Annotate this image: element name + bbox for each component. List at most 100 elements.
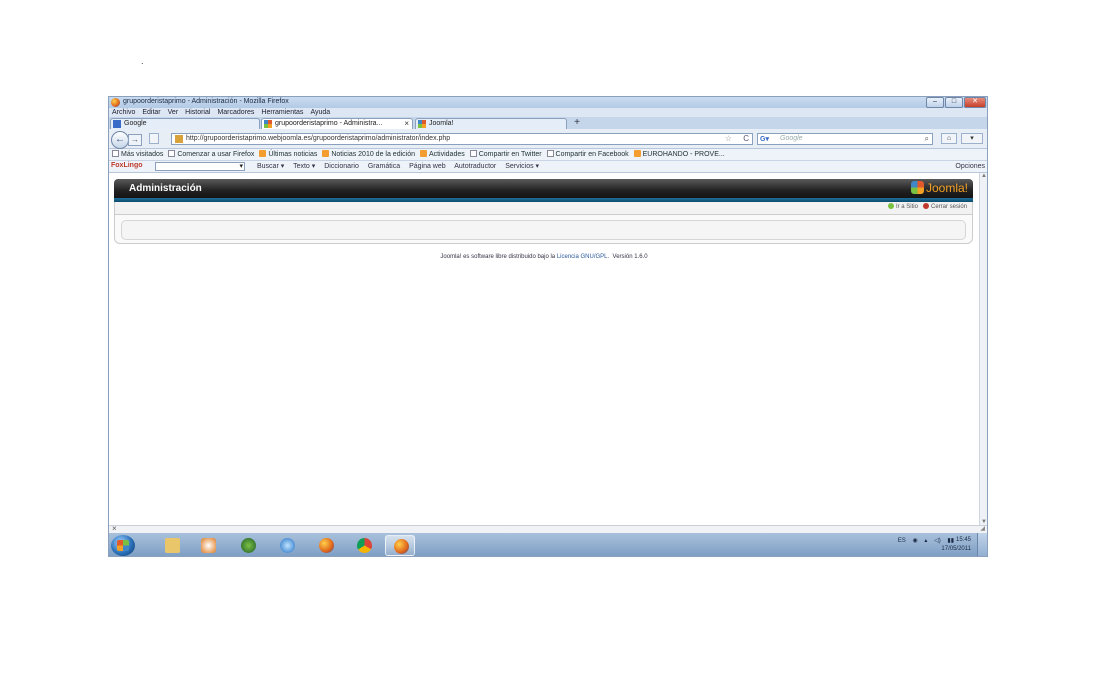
tab-joomla[interactable]: Joomla!	[415, 118, 567, 129]
joomla-footer: Joomla! es software libre distribuido ba…	[109, 254, 979, 260]
foxlingo-servicios[interactable]: Servicios ▾	[505, 163, 539, 170]
bookmark-label: Compartir en Twitter	[478, 151, 542, 158]
menu-ayuda[interactable]: Ayuda	[310, 108, 330, 117]
close-tab-icon[interactable]: ×	[404, 119, 409, 128]
folder-icon	[165, 538, 180, 553]
chrome-icon	[357, 538, 372, 553]
foxlingo-diccionario[interactable]: Diccionario	[324, 163, 359, 170]
foxlingo-texto[interactable]: Texto ▾	[293, 163, 315, 170]
bookmark-noticias-2010[interactable]: Noticias 2010 de la edición	[322, 149, 415, 160]
google-search-icon[interactable]: G▾	[760, 135, 769, 143]
home-button[interactable]: ⌂	[941, 133, 957, 144]
extra-menu-button[interactable]: ▾	[961, 133, 983, 144]
help-icon[interactable]: ◉	[912, 538, 917, 544]
windows-taskbar: ES ◉ ▴ ◁) ▮▮ 15:45 17/05/2011	[109, 533, 987, 556]
content-panel	[114, 214, 973, 244]
tab-administracion[interactable]: grupoorderistaprimo - Administra... ×	[261, 118, 413, 129]
vertical-scrollbar[interactable]: ▲ ▼	[979, 173, 987, 525]
page-icon	[469, 150, 477, 157]
bookmark-ultimas-noticias[interactable]: Últimas noticias	[259, 149, 317, 160]
bookmark-eurohando[interactable]: EUROHANDO - PROVE...	[633, 149, 725, 160]
rss-icon	[259, 150, 267, 157]
tab-label: grupoorderistaprimo - Administra...	[275, 120, 383, 127]
bookmark-star-icon[interactable]: ☆	[725, 134, 732, 143]
bookmarks-toolbar: Más visitados Comenzar a usar Firefox Úl…	[109, 149, 987, 161]
google-icon	[113, 120, 121, 128]
page-content: Administración Joomla! Ir a Sitio Cerrar…	[109, 173, 979, 525]
forward-button[interactable]: →	[128, 134, 142, 146]
foxlingo-buscar[interactable]: Buscar ▾	[257, 163, 284, 170]
minimize-button[interactable]: –	[926, 97, 944, 108]
taskbar-firefox-active[interactable]	[385, 535, 415, 556]
license-link[interactable]: Licencia GNU/GPL.	[557, 254, 609, 260]
menu-archivo[interactable]: Archivo	[112, 108, 135, 117]
language-indicator[interactable]: ES	[898, 538, 906, 544]
new-tab-button[interactable]: +	[569, 118, 585, 129]
rss-icon	[633, 150, 641, 157]
resize-grip-icon[interactable]: ◢	[980, 525, 985, 532]
logout-link[interactable]: Cerrar sesión	[931, 204, 967, 210]
menu-editar[interactable]: Editar	[142, 108, 160, 117]
scroll-up-icon[interactable]: ▲	[980, 173, 987, 179]
search-icon[interactable]: ⌕	[925, 134, 929, 144]
foxlingo-autotraductor[interactable]: Autotraductor	[454, 163, 496, 170]
joomla-header: Administración Joomla!	[114, 179, 973, 198]
menu-marcadores[interactable]: Marcadores	[217, 108, 254, 117]
close-addon-bar-icon[interactable]: ×	[112, 524, 117, 533]
bookmark-twitter[interactable]: Compartir en Twitter	[469, 149, 542, 160]
menu-bar: Archivo Editar Ver Historial Marcadores …	[109, 108, 987, 117]
media-player-icon	[201, 538, 216, 553]
taskbar-explorer[interactable]	[157, 535, 187, 556]
stray-dot: .	[141, 56, 144, 66]
tab-label: Google	[124, 120, 147, 127]
tab-bar: Google grupoorderistaprimo - Administra.…	[109, 117, 987, 129]
maximize-button[interactable]: □	[945, 97, 963, 108]
go-to-site-link[interactable]: Ir a Sitio	[896, 204, 918, 210]
options-button[interactable]: Opciones	[955, 161, 985, 172]
foxlingo-menu[interactable]: FoxLingo	[111, 162, 143, 169]
extension-button[interactable]	[149, 133, 159, 144]
address-bar[interactable]: http://grupoorderistaprimo.webjoomla.es/…	[171, 133, 753, 145]
show-hidden-icons-icon[interactable]: ▴	[924, 538, 927, 544]
rss-icon	[419, 150, 427, 157]
foxlingo-gramatica[interactable]: Gramática	[368, 163, 400, 170]
search-bar[interactable]: G▾ Google ⌕	[757, 133, 933, 145]
clock-date: 17/05/2011	[941, 546, 971, 552]
foxlingo-pagina-web[interactable]: Página web	[409, 163, 446, 170]
close-window-button[interactable]: ✕	[964, 97, 986, 108]
url-text: http://grupoorderistaprimo.webjoomla.es/…	[186, 135, 451, 142]
bookmark-actividades[interactable]: Actividades	[419, 149, 465, 160]
joomla-favicon-icon	[418, 120, 426, 128]
reload-icon[interactable]: C	[743, 134, 749, 143]
chevron-down-icon: ▾	[239, 163, 243, 170]
menu-herramientas[interactable]: Herramientas	[261, 108, 303, 117]
show-desktop-button[interactable]	[977, 533, 987, 556]
taskbar-internet-explorer[interactable]	[272, 535, 302, 556]
bookmark-facebook[interactable]: Compartir en Facebook	[546, 149, 629, 160]
bookmark-label: Compartir en Facebook	[555, 151, 629, 158]
title-bar: grupoorderistaprimo - Administración - M…	[109, 97, 987, 108]
bookmark-label: Comenzar a usar Firefox	[177, 151, 255, 158]
volume-icon[interactable]: ◁)	[934, 538, 941, 544]
taskbar-firefox[interactable]	[311, 535, 341, 556]
clock-time: 15:45	[955, 537, 971, 543]
taskbar-app-globe[interactable]	[233, 535, 263, 556]
joomla-logo-icon	[910, 181, 924, 194]
menu-ver[interactable]: Ver	[168, 108, 179, 117]
taskbar-media-player[interactable]	[193, 535, 223, 556]
tab-google[interactable]: Google	[110, 118, 260, 129]
firefox-icon	[394, 539, 409, 554]
bookmark-comenzar[interactable]: Comenzar a usar Firefox	[168, 149, 254, 160]
search-placeholder: Google	[780, 135, 803, 142]
bookmark-label: Noticias 2010 de la edición	[331, 151, 415, 158]
back-button[interactable]: ←	[111, 131, 129, 149]
foxlingo-select[interactable]: ▾	[155, 162, 245, 171]
taskbar-chrome[interactable]	[349, 535, 379, 556]
site-icon	[887, 203, 894, 209]
bookmark-mas-visitados[interactable]: Más visitados	[112, 149, 163, 160]
menu-historial[interactable]: Historial	[185, 108, 210, 117]
clock[interactable]: 15:45 17/05/2011	[941, 536, 971, 554]
page-icon	[168, 150, 176, 157]
logout-icon	[922, 203, 929, 209]
start-button[interactable]	[111, 535, 135, 556]
